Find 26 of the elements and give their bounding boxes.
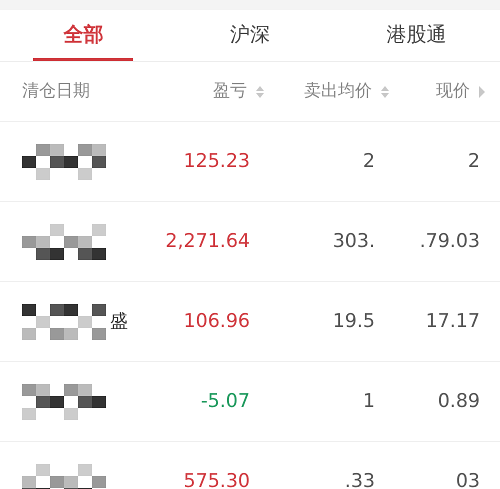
chevron-right-icon[interactable] [478,84,486,98]
sell-price: .33 [344,469,375,489]
current-price: 03 [456,469,480,489]
profit-value: 575.30 [184,469,250,489]
current-price: 2 [468,149,480,174]
sell-price: 303. [332,229,375,254]
column-header[interactable]: 卖出均价 [304,78,390,104]
sell-price: 2 [362,149,375,174]
profit-value: 125.23 [184,149,250,174]
tab[interactable]: 沪深 [214,10,286,60]
column-header: 清仓日期 [22,80,90,103]
tab[interactable]: 港股通 [370,10,463,60]
sort-icon[interactable] [255,84,265,98]
profit-value: 2,271.64 [165,229,250,254]
sell-price: 1 [362,389,375,414]
sell-price: 19.5 [332,309,375,334]
column-header[interactable]: 盈亏 [213,78,265,104]
tab[interactable]: 全部 [33,10,134,60]
stock-name: 盛 [110,310,128,334]
current-price: 0.89 [438,389,480,414]
current-price: .79.03 [420,229,480,254]
sort-icon[interactable] [380,84,390,98]
column-header: 现价 [436,80,470,103]
current-price: 17.17 [426,309,480,334]
profit-value: 106.96 [184,309,250,334]
profit-value: -5.07 [200,389,250,414]
